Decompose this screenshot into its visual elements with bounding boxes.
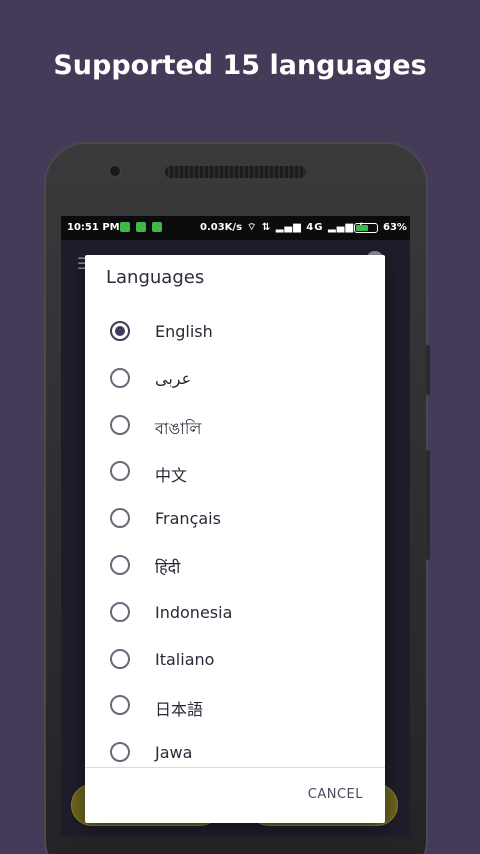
status-network-type: ⌔ ⇅ ▂▄▆ 4G ▂▄▆ ϟ [247,222,367,233]
radio-unchecked-icon[interactable] [110,414,130,435]
radio-unchecked-icon[interactable] [110,695,130,716]
radio-unchecked-icon[interactable] [110,461,130,482]
language-option-label: हिंदी [155,558,181,577]
radio-unchecked-icon[interactable] [110,648,130,669]
volume-button [426,345,430,395]
status-time: 10:51 PM [67,222,120,233]
language-option[interactable]: हिंदी [85,543,385,589]
speaker-grille [165,166,306,178]
radio-unchecked-icon[interactable] [110,508,130,529]
status-net-speed: 0.03K/s [200,222,243,233]
radio-unchecked-icon[interactable] [110,742,130,763]
languages-dialog: Languages English عربى বাঙালি 中文 Français हिं… [85,255,385,823]
status-battery-percent: 63% [383,222,407,233]
power-button [426,450,430,560]
language-option-label: عربى [155,368,192,388]
language-option-label: Français [155,509,221,529]
notification-icon [152,222,162,232]
language-option-label: Italiano [155,649,215,669]
language-option-label: Jawa [155,743,193,763]
language-option-label: English [155,322,213,341]
language-option-label: 中文 [155,466,188,486]
network-label: 4G [306,222,324,233]
language-option-label: Indonesia [155,602,233,622]
language-option[interactable]: English [85,309,385,355]
dialog-divider [85,767,385,768]
language-option-label: বাঙালি [155,418,202,438]
language-option[interactable]: 日本語 [85,683,385,729]
notification-icon [136,222,146,232]
language-option[interactable]: Indonesia [85,590,385,636]
radio-unchecked-icon[interactable] [110,555,130,575]
headline: Supported 15 languages [53,50,427,81]
radio-unchecked-icon[interactable] [110,367,130,388]
dialog-title: Languages [106,267,205,288]
camera-icon [108,164,122,178]
language-option[interactable]: Français [85,496,385,542]
notification-icon [120,222,130,232]
language-option[interactable]: Italiano [85,637,385,683]
language-option[interactable]: 中文 [85,449,385,495]
radio-unchecked-icon[interactable] [110,601,130,622]
language-option-list[interactable]: English عربى বাঙালি 中文 Français हिंदी Indonesi… [85,309,385,766]
language-option[interactable]: Jawa [85,730,385,766]
language-option[interactable]: عربى [85,356,385,402]
language-option-label: 日本語 [155,700,204,720]
cancel-button[interactable]: CANCEL [308,787,363,802]
status-bar: 10:51 PM 0.03K/s ⌔ ⇅ ▂▄▆ 4G ▂▄▆ ϟ 63% [61,216,410,240]
radio-checked-icon[interactable] [110,321,130,341]
language-option[interactable]: বাঙালি [85,403,385,449]
battery-icon [354,223,378,233]
